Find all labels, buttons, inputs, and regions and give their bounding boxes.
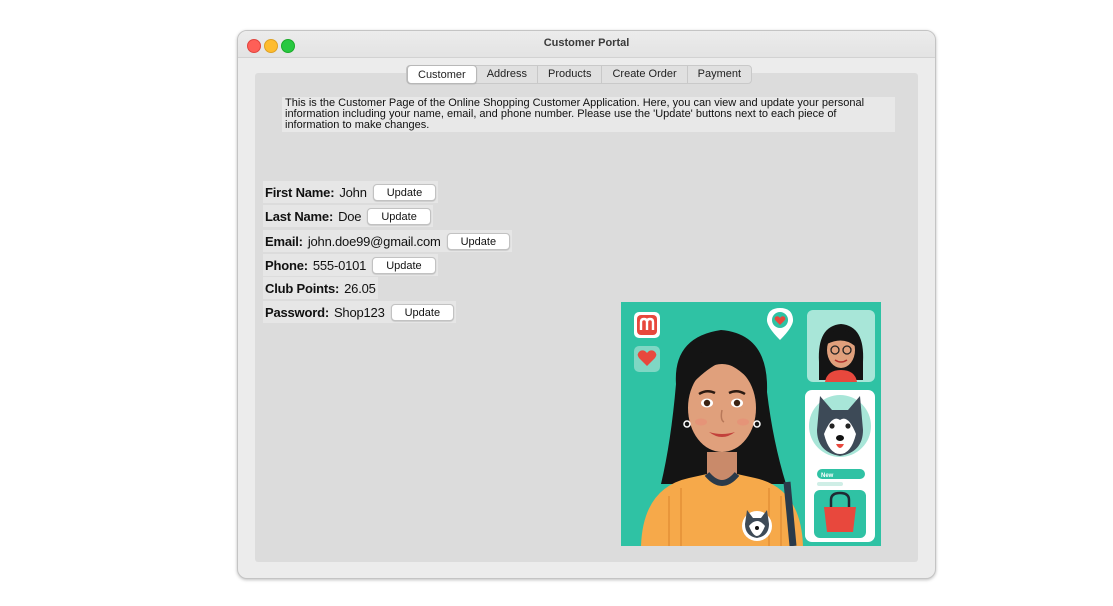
intro-text: This is the Customer Page of the Online …: [282, 97, 895, 132]
window-title: Customer Portal: [543, 37, 630, 49]
update-phone-button[interactable]: Update: [372, 256, 436, 274]
first-name-row: First Name: John Update: [263, 181, 439, 203]
first-name-value: John: [339, 184, 367, 200]
last-name-row: Last Name: Doe Update: [263, 205, 433, 227]
tab-payment[interactable]: Payment: [686, 66, 751, 83]
email-value: john.doe99@gmail.com: [307, 233, 441, 249]
avatar-thumbnail: [807, 310, 875, 382]
shopping-bag-icon: [814, 490, 866, 538]
phone-value: 555-0101: [312, 257, 367, 273]
email-row: Email: john.doe99@gmail.com Update: [263, 230, 513, 252]
password-row: Password: Shop123 Update: [263, 301, 457, 323]
club-points-label: Club Points:: [265, 280, 340, 296]
app-window: Customer Portal Customer Address Product…: [237, 30, 936, 579]
title-bar: Customer Portal: [238, 31, 935, 58]
password-value: Shop123: [333, 304, 385, 320]
club-points-row: Club Points: 26.05: [263, 277, 378, 299]
tab-products[interactable]: Products: [537, 66, 601, 83]
email-label: Email:: [265, 233, 303, 249]
update-email-button[interactable]: Update: [446, 232, 511, 250]
update-first-name-button[interactable]: Update: [372, 183, 437, 201]
phone-label: Phone:: [265, 257, 308, 273]
tab-create-order[interactable]: Create Order: [601, 66, 686, 83]
password-label: Password:: [265, 304, 329, 320]
tab-address[interactable]: Address: [477, 66, 537, 83]
heart-icon: [634, 346, 660, 372]
customer-avatar-image: New: [621, 302, 881, 546]
app-logo-icon: [634, 312, 660, 338]
avatar-illustration: New: [621, 302, 881, 546]
new-badge-text: New: [821, 473, 834, 479]
club-points-value: 26.05: [344, 280, 376, 296]
update-last-name-button[interactable]: Update: [367, 207, 431, 225]
tab-bar: Customer Address Products Create Order P…: [406, 65, 753, 84]
tab-customer[interactable]: Customer: [407, 65, 477, 84]
last-name-value: Doe: [338, 208, 362, 224]
husky-avatar-icon: [809, 395, 871, 457]
update-password-button[interactable]: Update: [390, 303, 455, 321]
phone-row: Phone: 555-0101 Update: [263, 254, 438, 276]
last-name-label: Last Name:: [265, 208, 334, 224]
first-name-label: First Name:: [265, 184, 335, 200]
husky-pin-icon: [742, 510, 772, 541]
customer-tab-panel: This is the Customer Page of the Online …: [255, 73, 918, 562]
